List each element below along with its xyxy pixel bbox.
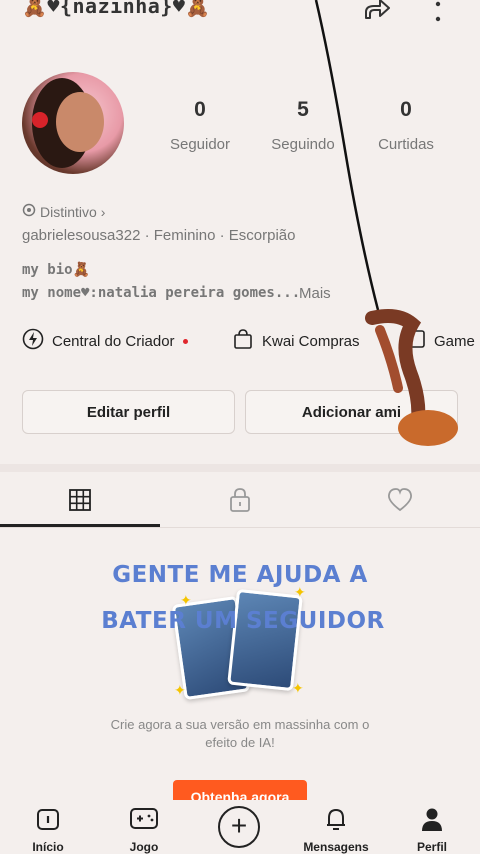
nav-game-label: Jogo [129,840,159,854]
person-icon [392,806,472,834]
nav-messages-label: Mensagens [303,840,369,854]
home-icon [8,806,88,834]
badge-icon [22,203,36,220]
likes-label: Curtidas [378,136,434,153]
badge-label: Distintivo [40,203,97,220]
nav-home-label: Início [32,840,64,854]
edit-profile-button[interactable]: Editar perfil [22,390,235,434]
game-chip[interactable]: Game [408,328,475,354]
kwai-shop-chip[interactable]: Kwai Compras [232,328,360,354]
lightning-icon [22,328,44,354]
creator-center-chip[interactable]: Central do Criador [22,328,188,354]
nav-profile[interactable]: Perfil [392,806,472,854]
lock-icon [228,487,252,518]
notification-dot [182,338,188,344]
promo-image: ✦ ✦ ✦ ✦ [171,584,306,701]
sparkle-icon: ✦ [180,592,192,608]
create-button[interactable]: + [218,806,260,848]
promo-headline-2: BATER UM SEGUIDOR [101,608,385,634]
tab-likes[interactable] [320,484,480,520]
bio-line-1: my bio🧸 [22,262,91,278]
heart-icon [386,487,414,518]
bio-more-link[interactable]: Mais [299,285,331,302]
following-count: 5 [297,98,309,121]
following-label: Seguindo [271,136,335,153]
promo-description-1: Crie agora a sua versão em massinha com … [110,717,370,732]
tab-private[interactable] [160,484,320,520]
promo-headline-1: GENTE ME AJUDA A [112,562,368,588]
followers-stat[interactable]: 0 Seguidor [155,98,245,153]
share-icon[interactable] [362,0,392,30]
followers-count: 0 [194,98,206,121]
chevron-right-icon: › [100,203,106,220]
add-friend-button[interactable]: Adicionar ami [245,390,458,434]
profile-meta: gabrielesousa322 · Feminino · Escorpião [22,227,296,244]
grid-icon [68,488,92,517]
creator-center-label: Central do Criador [52,332,175,350]
game-label: Game [434,332,475,350]
bell-icon [296,806,376,834]
tab-bar-border [0,527,480,528]
kwai-shop-label: Kwai Compras [262,332,360,350]
bio-line-2: my nome♥:natalia pereira gomes... [22,285,301,301]
more-options-icon[interactable] [430,0,446,31]
sparkle-icon: ✦ [174,682,186,698]
promo-description-2: efeito de IA! [205,735,275,750]
game-icon [408,328,426,354]
avatar[interactable] [22,72,124,174]
likes-count: 0 [400,98,412,121]
section-divider [0,464,480,472]
gamepad-icon [104,806,184,834]
nav-game[interactable]: Jogo [104,806,184,854]
profile-title: 🧸♥{nazinha}♥🧸 [22,0,211,18]
tab-posts[interactable] [0,484,160,520]
following-stat[interactable]: 5 Seguindo [258,98,348,153]
nav-home[interactable]: Início [8,806,88,854]
badge-link[interactable]: Distintivo › [22,203,105,220]
likes-stat[interactable]: 0 Curtidas [361,98,451,153]
shopping-bag-icon [232,328,254,354]
nav-messages[interactable]: Mensagens [296,806,376,854]
nav-profile-label: Perfil [416,840,447,854]
followers-label: Seguidor [169,136,231,153]
sparkle-icon: ✦ [292,680,304,696]
